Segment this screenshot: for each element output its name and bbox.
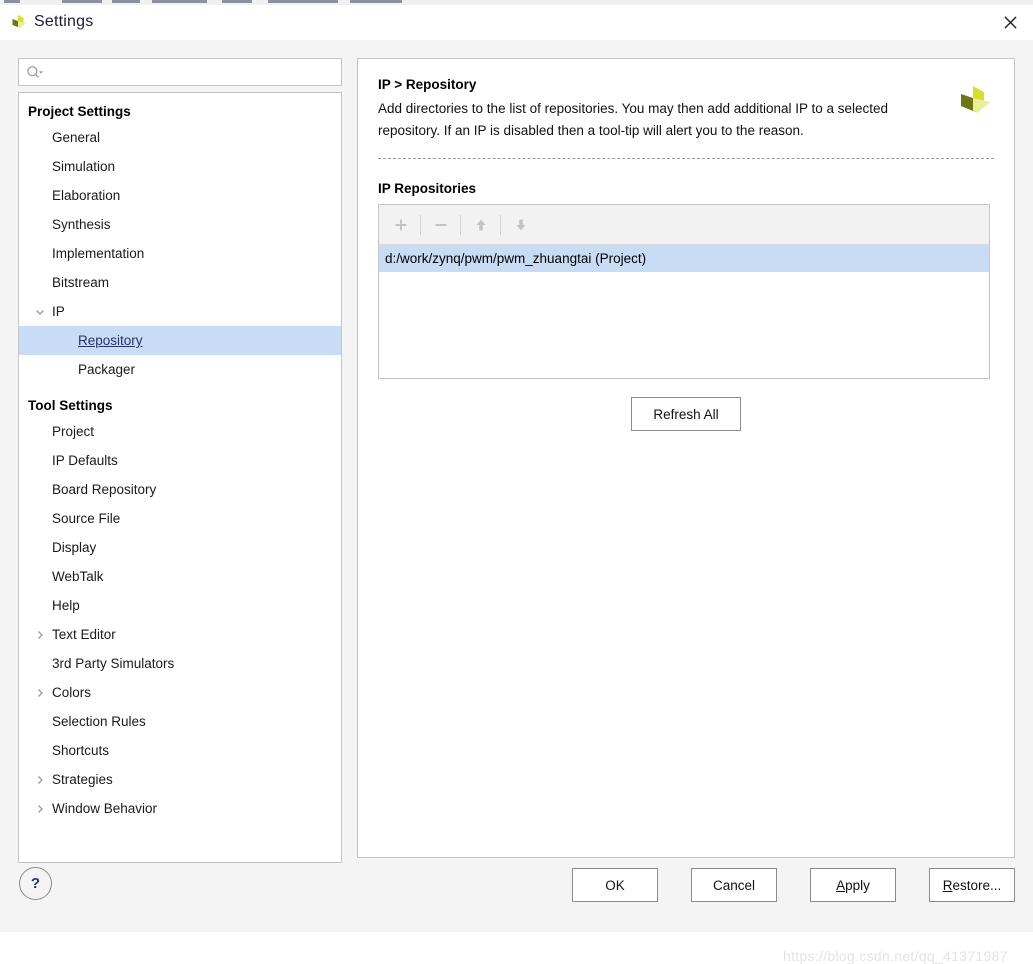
xilinx-logo-icon: [8, 13, 28, 33]
panel-header: IP > Repository Add directories to the l…: [378, 77, 994, 159]
sidebar-item-label: Text Editor: [52, 627, 116, 642]
dialog-button-row: OK Cancel Apply Restore...: [572, 868, 1015, 902]
sidebar-item-label: Synthesis: [52, 217, 111, 232]
sidebar-item-project[interactable]: Project: [19, 417, 341, 446]
repository-path: d:/work/zynq/pwm/pwm_zhuangtai (Project): [385, 251, 647, 266]
sidebar-item-selection-rules[interactable]: Selection Rules: [19, 707, 341, 736]
sidebar-item-display[interactable]: Display: [19, 533, 341, 562]
xilinx-logo-icon: [950, 83, 994, 123]
sidebar-item-window-behavior[interactable]: Window Behavior: [19, 794, 341, 823]
sidebar-item-webtalk[interactable]: WebTalk: [19, 562, 341, 591]
chevron-down-icon[interactable]: [34, 306, 46, 318]
settings-tree[interactable]: Project Settings General Simulation Elab…: [18, 92, 342, 863]
restore-label: Restore...: [942, 877, 1002, 893]
sidebar-item-label: Display: [52, 540, 97, 555]
ip-repositories-label: IP Repositories: [378, 181, 477, 196]
sidebar-item-shortcuts[interactable]: Shortcuts: [19, 736, 341, 765]
page-title: IP > Repository: [378, 77, 477, 92]
settings-content-pane: IP > Repository Add directories to the l…: [357, 58, 1015, 858]
tree-group-project-settings: Project Settings: [28, 104, 131, 119]
sidebar-item-label: IP Defaults: [52, 453, 118, 468]
refresh-all-label: Refresh All: [653, 406, 719, 422]
help-button[interactable]: ?: [19, 867, 52, 900]
restore-button[interactable]: Restore...: [929, 868, 1015, 902]
sidebar-item-label: General: [52, 130, 101, 145]
ip-repositories-panel: d:/work/zynq/pwm/pwm_zhuangtai (Project): [378, 204, 990, 379]
sidebar-item-label: Packager: [78, 362, 136, 377]
cancel-button[interactable]: Cancel: [691, 868, 777, 902]
move-repository-up-button[interactable]: [464, 210, 497, 240]
sidebar-item-packager[interactable]: Packager: [19, 355, 341, 384]
sidebar-item-elaboration[interactable]: Elaboration: [19, 181, 341, 210]
sidebar-item-strategies[interactable]: Strategies: [19, 765, 341, 794]
sidebar-item-synthesis[interactable]: Synthesis: [19, 210, 341, 239]
move-repository-down-button[interactable]: [504, 210, 537, 240]
sidebar-item-label: Bitstream: [52, 275, 110, 290]
refresh-all-row: Refresh All: [358, 397, 1014, 431]
sidebar-item-label: Shortcuts: [52, 743, 110, 758]
settings-navigation-pane: Project Settings General Simulation Elab…: [18, 58, 344, 863]
window-titlebar: Settings: [0, 5, 1033, 41]
toolbar-separator: [500, 214, 501, 235]
sidebar-item-label: Source File: [52, 511, 121, 526]
sidebar-item-label: Simulation: [52, 159, 116, 174]
sidebar-item-repository[interactable]: Repository: [19, 326, 341, 355]
sidebar-item-simulation[interactable]: Simulation: [19, 152, 341, 181]
sidebar-item-label: Elaboration: [52, 188, 121, 203]
sidebar-item-colors[interactable]: Colors: [19, 678, 341, 707]
add-repository-button[interactable]: [384, 210, 417, 240]
sidebar-item-label: WebTalk: [52, 569, 104, 584]
chevron-right-icon[interactable]: [34, 803, 46, 815]
panel-description: Add directories to the list of repositor…: [378, 101, 889, 138]
ok-label: OK: [605, 877, 625, 893]
help-label: ?: [30, 875, 41, 892]
chevron-right-icon[interactable]: [34, 687, 46, 699]
sidebar-item-ip[interactable]: IP: [19, 297, 341, 326]
sidebar-item-general[interactable]: General: [19, 123, 341, 152]
search-input[interactable]: [47, 59, 341, 87]
sidebar-item-implementation[interactable]: Implementation: [19, 239, 341, 268]
settings-dialog-body: Project Settings General Simulation Elab…: [0, 40, 1033, 964]
watermark-text: https://blog.csdn.net/qq_41371987: [783, 948, 1008, 964]
sidebar-item-bitstream[interactable]: Bitstream: [19, 268, 341, 297]
sidebar-item-label: Strategies: [52, 772, 113, 787]
sidebar-item-label: Colors: [52, 685, 92, 700]
sidebar-item-source-file[interactable]: Source File: [19, 504, 341, 533]
apply-label: Apply: [836, 877, 870, 893]
sidebar-item-text-editor[interactable]: Text Editor: [19, 620, 341, 649]
chevron-right-icon[interactable]: [34, 629, 46, 641]
sidebar-item-board-repository[interactable]: Board Repository: [19, 475, 341, 504]
toolbar-separator: [460, 214, 461, 235]
sidebar-item-label: Help: [52, 598, 80, 613]
window-title: Settings: [34, 13, 94, 30]
chevron-right-icon[interactable]: [34, 774, 46, 786]
sidebar-item-help[interactable]: Help: [19, 591, 341, 620]
sidebar-item-label: Window Behavior: [52, 801, 158, 816]
sidebar-item-ip-defaults[interactable]: IP Defaults: [19, 446, 341, 475]
sidebar-item-label: Selection Rules: [52, 714, 146, 729]
sidebar-item-label: Implementation: [52, 246, 145, 261]
ok-button[interactable]: OK: [572, 868, 658, 902]
search-box[interactable]: [18, 58, 342, 87]
remove-repository-button[interactable]: [424, 210, 457, 240]
cancel-label: Cancel: [712, 877, 756, 893]
tree-group-tool-settings: Tool Settings: [28, 398, 113, 413]
close-icon[interactable]: [987, 5, 1033, 40]
repository-list-item[interactable]: d:/work/zynq/pwm/pwm_zhuangtai (Project): [379, 245, 989, 272]
sidebar-item-label: IP: [52, 304, 65, 319]
search-icon: [26, 65, 44, 81]
sidebar-item-label: Board Repository: [52, 482, 157, 497]
toolbar-separator: [420, 214, 421, 235]
refresh-all-button[interactable]: Refresh All: [631, 397, 741, 431]
ip-repositories-toolbar: [379, 205, 989, 245]
sidebar-item-3rd-party-simulators[interactable]: 3rd Party Simulators: [19, 649, 341, 678]
sidebar-item-label: 3rd Party Simulators: [52, 656, 175, 671]
sidebar-item-label: Repository: [78, 333, 143, 348]
apply-button[interactable]: Apply: [810, 868, 896, 902]
sidebar-item-label: Project: [52, 424, 95, 439]
